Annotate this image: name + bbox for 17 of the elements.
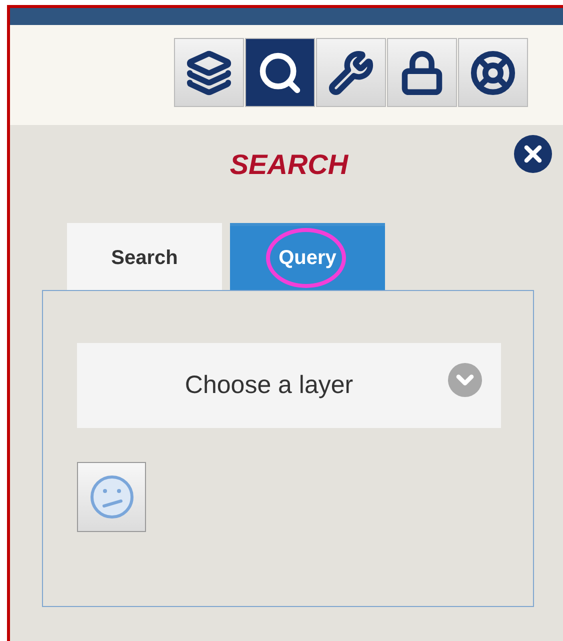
chevron-down-icon xyxy=(448,363,482,397)
wrench-icon xyxy=(328,50,374,96)
tab[interactable]: Query xyxy=(230,223,385,290)
toolbar-button[interactable] xyxy=(174,38,244,107)
toolbar-button[interactable] xyxy=(387,38,457,107)
close-button[interactable] xyxy=(514,135,552,173)
smiley-button[interactable] xyxy=(77,462,146,532)
toolbar-button[interactable] xyxy=(316,38,386,107)
lifebuoy-icon xyxy=(470,50,516,96)
confused-face-icon xyxy=(88,473,136,521)
layer-dropdown[interactable]: Choose a layer xyxy=(77,343,501,428)
panel-title: SEARCH xyxy=(230,149,348,182)
layers-icon xyxy=(186,50,232,96)
toolbar-button[interactable] xyxy=(245,38,315,107)
toolbar-button[interactable] xyxy=(458,38,528,107)
padlock-icon xyxy=(399,50,445,96)
tab[interactable]: Search xyxy=(67,223,222,290)
